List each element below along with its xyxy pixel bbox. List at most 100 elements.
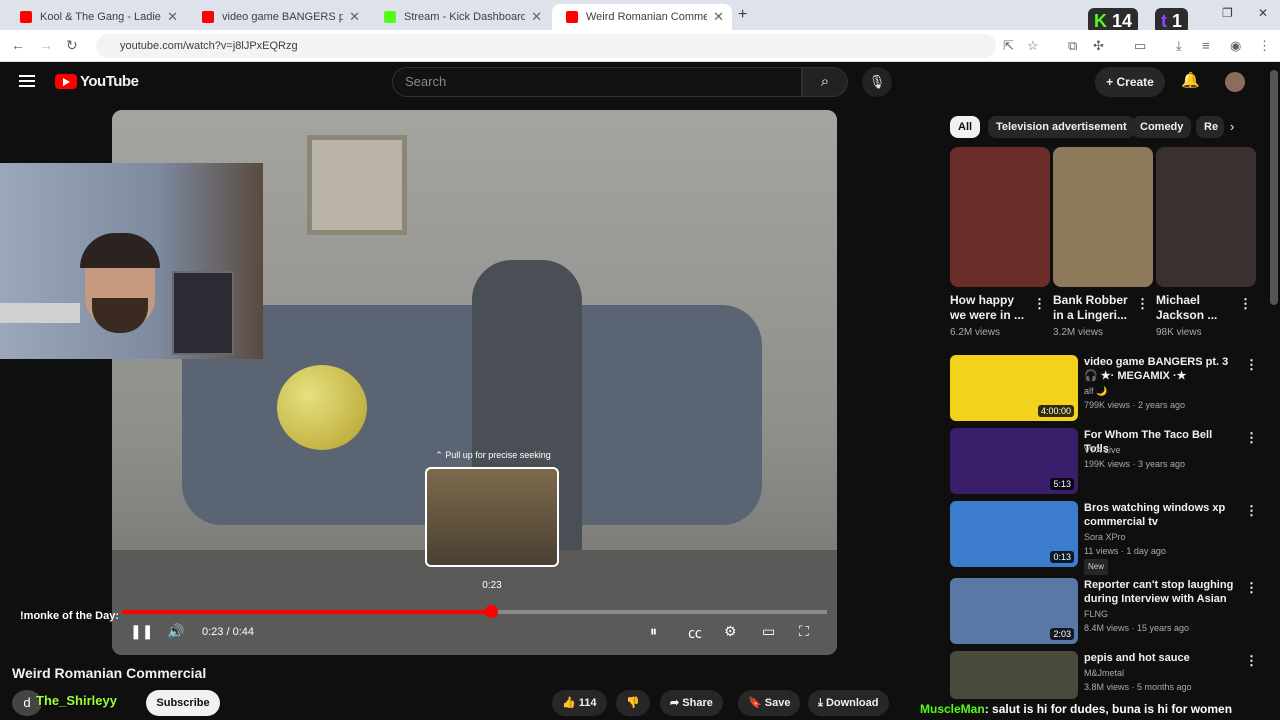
- pause-icon[interactable]: ❚❚: [130, 623, 153, 640]
- chat-message: MuscleMan: salut is hi for dudes, buna i…: [920, 702, 1232, 716]
- restore-icon[interactable]: ❐: [1222, 6, 1233, 20]
- monke-of-day-user: The_Shirleyy: [36, 693, 117, 708]
- chevron-right-icon[interactable]: ›: [1230, 119, 1234, 134]
- thumbs-down-icon: 👎: [626, 697, 640, 709]
- more-options-icon[interactable]: ⋮: [1239, 296, 1252, 312]
- youtube-logo-text[interactable]: YouTube: [80, 73, 139, 90]
- streamer-beard: [92, 298, 148, 333]
- puzzle-icon[interactable]: ✣: [1093, 38, 1104, 54]
- url-text: youtube.com/watch?v=j8lJPxEQRzg: [120, 40, 298, 52]
- related-video-title[interactable]: Bros watching windows xp commercial tv: [1084, 501, 1234, 529]
- download-icon[interactable]: ⤓: [1176, 38, 1182, 54]
- back-icon[interactable]: ←: [11, 37, 25, 53]
- short-thumbnail[interactable]: [950, 147, 1050, 287]
- monke-of-day-label: !monke of the Day:: [20, 610, 120, 622]
- save-button[interactable]: 🔖 Save: [738, 690, 801, 716]
- share-button[interactable]: ➦ Share: [660, 690, 723, 716]
- browser-tab[interactable]: Stream - Kick Dashboard ✕: [370, 4, 550, 30]
- search-input[interactable]: Search: [392, 67, 802, 97]
- chip-more[interactable]: Re: [1196, 116, 1224, 138]
- download-icon: ⤓: [818, 697, 823, 709]
- video-thumbnail[interactable]: 4:00:00: [950, 355, 1078, 421]
- url-field[interactable]: youtube.com/watch?v=j8lJPxEQRzg: [96, 34, 996, 58]
- close-window-icon[interactable]: ✕: [1258, 6, 1268, 20]
- short-title[interactable]: How happy we were in ...: [950, 293, 1032, 323]
- video-thumbnail[interactable]: 5:13: [950, 428, 1078, 494]
- mic-icon: 🎙: [868, 74, 886, 89]
- scrubber-handle[interactable]: [484, 605, 498, 618]
- tab-title: Kool & The Gang - Ladies Night: [40, 11, 161, 23]
- video-thumbnail[interactable]: 0:13: [950, 501, 1078, 567]
- chip-comedy[interactable]: Comedy: [1132, 116, 1192, 138]
- settings-gear-icon[interactable]: ⚙: [724, 623, 737, 640]
- browser-tab-bar: Kool & The Gang - Ladies Night ✕ video g…: [0, 0, 1280, 34]
- profile-icon[interactable]: ◉: [1230, 38, 1241, 54]
- theater-mode-icon[interactable]: ▭: [762, 623, 775, 640]
- related-channel[interactable]: VTX Live: [1084, 443, 1121, 457]
- youtube-logo-icon[interactable]: [55, 74, 77, 89]
- close-icon[interactable]: ✕: [713, 9, 724, 25]
- close-icon[interactable]: ✕: [167, 9, 178, 25]
- reading-list-icon[interactable]: ≡: [1202, 38, 1210, 53]
- share-label: Share: [682, 697, 713, 709]
- video-thumbnail[interactable]: 2:03: [950, 578, 1078, 644]
- autoplay-toggle-icon[interactable]: ⏸: [650, 623, 657, 640]
- extension-icon[interactable]: ⧉: [1068, 38, 1077, 54]
- progress-bar[interactable]: [122, 605, 827, 618]
- more-options-icon[interactable]: ⋮: [1245, 503, 1258, 519]
- short-thumbnail[interactable]: [1053, 147, 1153, 287]
- reload-icon[interactable]: ↻: [66, 37, 78, 54]
- webcam-overlay: [0, 163, 263, 359]
- download-button[interactable]: ⤓ Download: [808, 690, 889, 716]
- cast-icon[interactable]: ▭: [1134, 38, 1146, 54]
- subscribe-button[interactable]: Subscribe: [146, 690, 220, 716]
- bookmark-star-icon[interactable]: ☆: [1027, 38, 1039, 54]
- short-title[interactable]: Bank Robber in a Lingeri...: [1053, 293, 1135, 323]
- like-button[interactable]: 👍 114: [552, 690, 607, 716]
- more-options-icon[interactable]: ⋮: [1245, 580, 1258, 596]
- related-video-title[interactable]: Reporter can't stop laughing during Inte…: [1084, 578, 1234, 606]
- bookmark-icon: 🔖: [748, 697, 762, 709]
- related-channel[interactable]: M&Jmetal: [1084, 666, 1124, 680]
- browser-tab-active[interactable]: Weird Romanian Commercial - ✕: [552, 4, 732, 30]
- hamburger-menu-icon[interactable]: [19, 75, 35, 87]
- related-channel[interactable]: alf 🌙: [1084, 384, 1107, 398]
- related-video-title[interactable]: pepis and hot sauce: [1084, 651, 1234, 665]
- forward-icon[interactable]: →: [39, 37, 53, 53]
- duration-badge: 4:00:00: [1037, 405, 1074, 417]
- short-thumbnail[interactable]: [1156, 147, 1256, 287]
- like-count: 114: [578, 697, 597, 709]
- avatar[interactable]: [1225, 72, 1245, 92]
- volume-icon[interactable]: 🔊: [167, 623, 184, 640]
- related-meta: 8.4M views · 15 years ago: [1084, 623, 1190, 633]
- install-icon[interactable]: ⇱: [1003, 38, 1014, 54]
- menu-dots-icon[interactable]: ⋮: [1258, 38, 1271, 54]
- fullscreen-icon[interactable]: ⛶: [799, 623, 809, 640]
- related-channel[interactable]: FLNG: [1084, 607, 1108, 621]
- youtube-favicon-icon: [20, 11, 32, 23]
- video-thumbnail[interactable]: [950, 651, 1078, 699]
- more-options-icon[interactable]: ⋮: [1245, 653, 1258, 669]
- chip-all[interactable]: All: [950, 116, 981, 138]
- captions-icon[interactable]: ㏄: [688, 623, 702, 643]
- dislike-button[interactable]: 👎: [616, 690, 650, 716]
- notifications-bell-icon[interactable]: 🔔: [1181, 71, 1200, 89]
- page-scrollbar[interactable]: [1270, 70, 1278, 305]
- create-button[interactable]: + Create: [1095, 67, 1165, 97]
- close-icon[interactable]: ✕: [531, 9, 542, 25]
- more-options-icon[interactable]: ⋮: [1245, 357, 1258, 373]
- related-video-title[interactable]: video game BANGERS pt. 3 🎧 ★· MEGAMIX ·★: [1084, 355, 1234, 383]
- more-options-icon[interactable]: ⋮: [1136, 296, 1149, 312]
- browser-tab[interactable]: Kool & The Gang - Ladies Night ✕: [6, 4, 186, 30]
- more-options-icon[interactable]: ⋮: [1245, 430, 1258, 446]
- chip-television-advertisement[interactable]: Television advertisement: [988, 116, 1135, 138]
- search-button[interactable]: ⌕: [802, 67, 848, 97]
- voice-search-button[interactable]: 🎙: [862, 67, 892, 97]
- close-icon[interactable]: ✕: [349, 9, 360, 25]
- browser-tab[interactable]: video game BANGERS pt. 3 ✕: [188, 4, 368, 30]
- short-title[interactable]: Michael Jackson ...: [1156, 293, 1238, 323]
- related-channel[interactable]: Sora XPro: [1084, 530, 1126, 544]
- more-options-icon[interactable]: ⋮: [1033, 296, 1046, 312]
- new-tab-button[interactable]: +: [738, 6, 747, 24]
- duration-badge: 2:03: [1050, 628, 1074, 640]
